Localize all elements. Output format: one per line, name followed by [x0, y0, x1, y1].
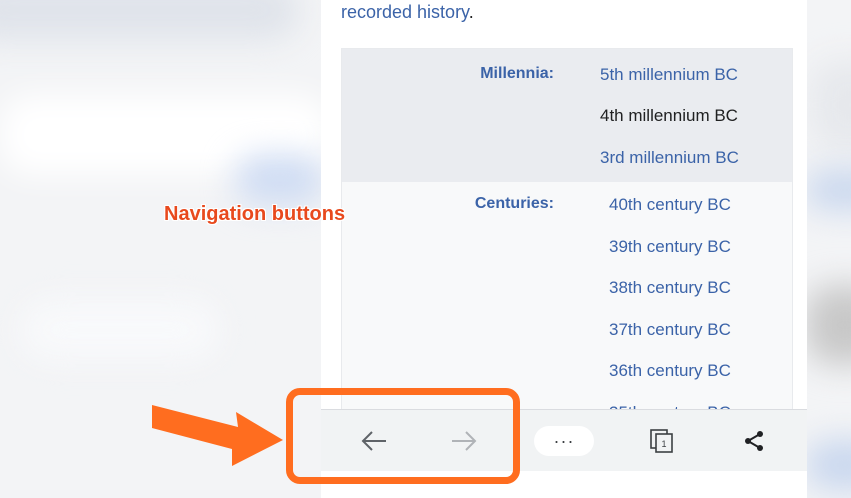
annotation-arrow-icon [152, 405, 283, 466]
